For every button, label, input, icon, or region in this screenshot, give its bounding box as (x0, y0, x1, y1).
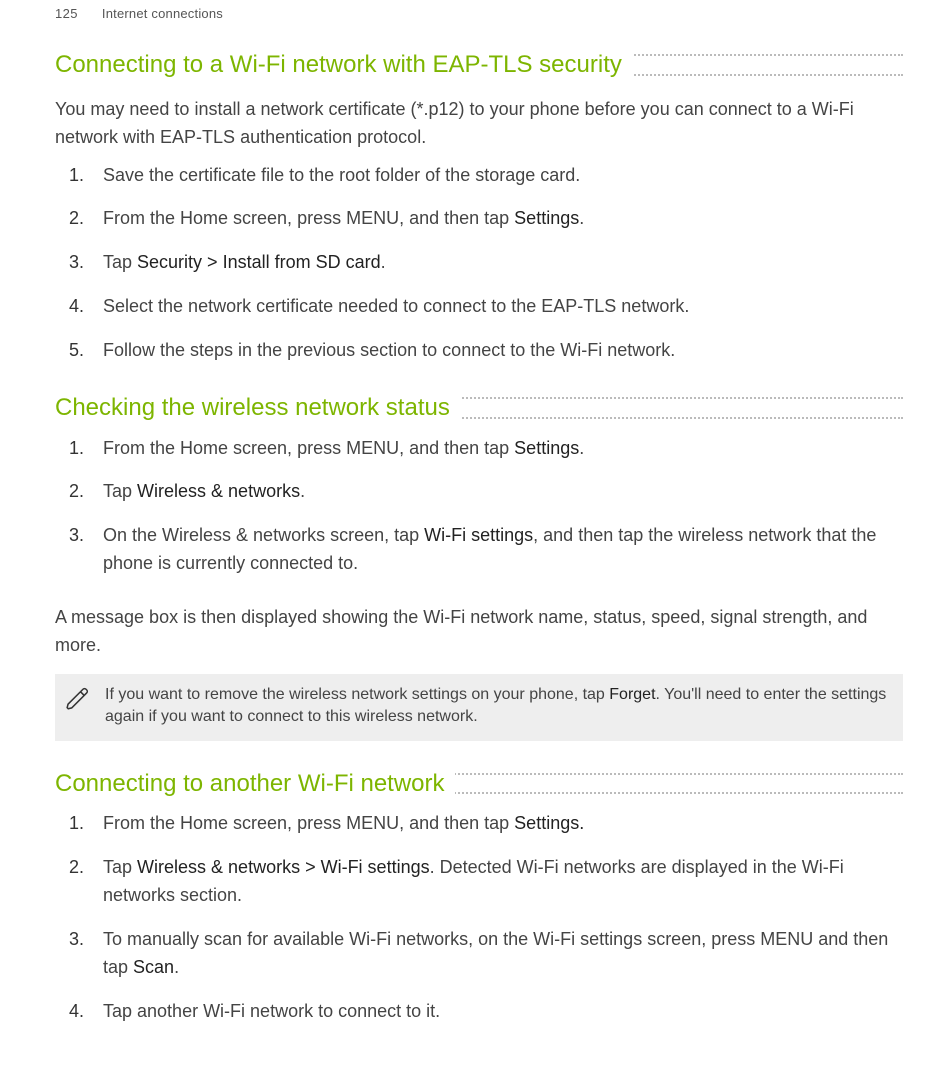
pencil-icon (63, 684, 93, 714)
step-text: . (579, 438, 584, 458)
steps-list: From the Home screen, press MENU, and th… (103, 435, 903, 579)
section-heading-connect-another: Connecting to another Wi-Fi network (55, 767, 455, 801)
note-callout: If you want to remove the wireless netwo… (55, 674, 903, 741)
step-item: From the Home screen, press MENU, and th… (103, 435, 903, 463)
section-heading-status: Checking the wireless network status (55, 391, 460, 425)
chapter-title: Internet connections (102, 4, 223, 24)
ui-label: Security > Install from SD card (137, 252, 381, 272)
step-text: On the Wireless & networks screen, tap (103, 525, 424, 545)
step-text: Tap (103, 481, 137, 501)
ui-label: Settings (514, 208, 579, 228)
step-item: From the Home screen, press MENU, and th… (103, 810, 903, 838)
page-number: 125 (55, 4, 78, 24)
step-text: . (300, 481, 305, 501)
step-text: . (174, 957, 179, 977)
heading-wrap: Connecting to another Wi-Fi network (55, 767, 903, 801)
ui-label: Wireless & networks (137, 481, 300, 501)
note-part: If you want to remove the wireless netwo… (105, 686, 609, 703)
step-item: Select the network certificate needed to… (103, 293, 903, 321)
step-item: To manually scan for available Wi-Fi net… (103, 926, 903, 982)
section-heading-eap-tls: Connecting to a Wi-Fi network with EAP-T… (55, 48, 632, 82)
ui-label: Settings (514, 438, 579, 458)
ui-label: Forget (609, 686, 655, 703)
step-item: Tap Wireless & networks > Wi-Fi settings… (103, 854, 903, 910)
intro-paragraph: You may need to install a network certif… (55, 96, 903, 152)
step-text: To manually scan for available Wi-Fi net… (103, 929, 888, 977)
result-paragraph: A message box is then displayed showing … (55, 604, 903, 660)
step-text: . (381, 252, 386, 272)
step-text: From the Home screen, press MENU, and th… (103, 438, 514, 458)
heading-wrap: Connecting to a Wi-Fi network with EAP-T… (55, 48, 903, 82)
step-item: From the Home screen, press MENU, and th… (103, 205, 903, 233)
step-item: Tap Wireless & networks. (103, 478, 903, 506)
heading-wrap: Checking the wireless network status (55, 391, 903, 425)
step-text: From the Home screen, press MENU, and th… (103, 813, 514, 833)
step-item: Tap another Wi-Fi network to connect to … (103, 998, 903, 1026)
step-item: Follow the steps in the previous section… (103, 337, 903, 365)
ui-label: Settings. (514, 813, 584, 833)
steps-list: Save the certificate file to the root fo… (103, 162, 903, 365)
step-text: Tap (103, 857, 137, 877)
step-text: Tap (103, 252, 137, 272)
step-text: From the Home screen, press MENU, and th… (103, 208, 514, 228)
ui-label: Wi-Fi settings (424, 525, 533, 545)
step-item: Tap Security > Install from SD card. (103, 249, 903, 277)
step-item: On the Wireless & networks screen, tap W… (103, 522, 903, 578)
ui-label: Wireless & networks > Wi-Fi settings (137, 857, 430, 877)
ui-label: Scan (133, 957, 174, 977)
steps-list: From the Home screen, press MENU, and th… (103, 810, 903, 1025)
page-header: 125 Internet connections (55, 0, 903, 44)
note-text: If you want to remove the wireless netwo… (105, 684, 887, 729)
step-text: . (579, 208, 584, 228)
step-item: Save the certificate file to the root fo… (103, 162, 903, 190)
